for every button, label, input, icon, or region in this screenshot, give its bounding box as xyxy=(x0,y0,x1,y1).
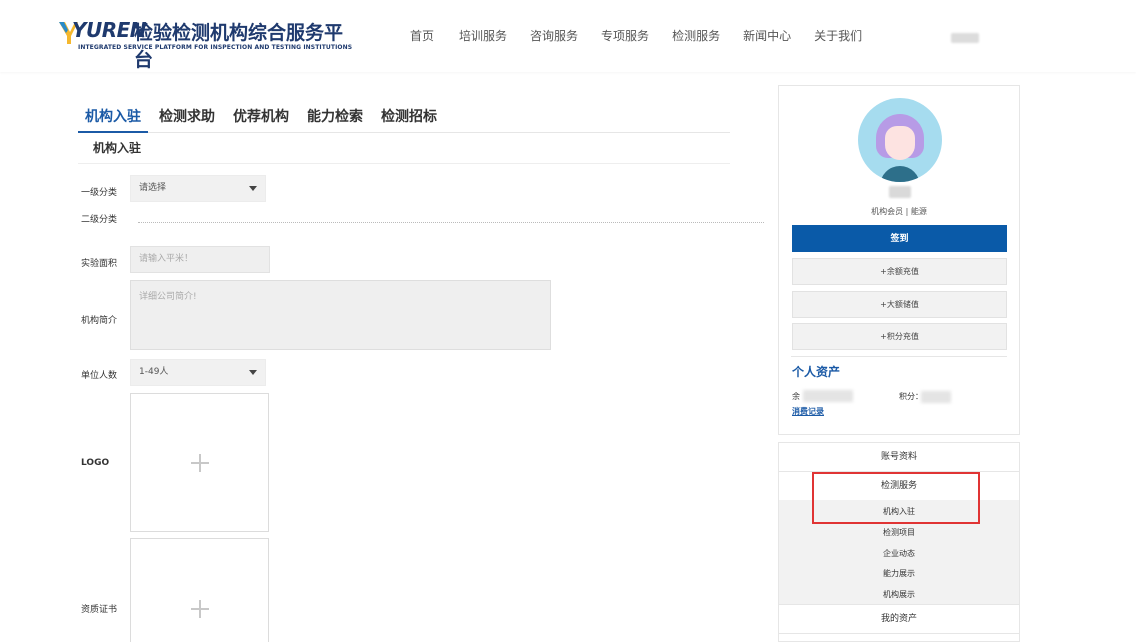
submenu-item-institution-display[interactable]: 机构展示 xyxy=(779,589,1019,600)
tab-recommended[interactable]: 优荐机构 xyxy=(226,108,296,133)
category1-select[interactable]: 请选择 xyxy=(130,175,266,202)
staff-label: 单位人数 xyxy=(81,371,118,381)
section-title: 机构入驻 xyxy=(78,133,730,164)
nav-consulting[interactable]: 咨询服务 xyxy=(530,27,578,43)
lab-area-label: 实验面积 xyxy=(81,259,118,269)
category2-divider xyxy=(138,222,764,223)
category2-label: 二级分类 xyxy=(81,215,118,225)
staff-select[interactable]: 1-49人 xyxy=(130,359,266,386)
points-value-blurred xyxy=(921,391,951,403)
profile-card: 机构会员 | 能源 签到 +余额充值 +大额储值 +积分充值 个人资产 余 积分… xyxy=(778,85,1020,435)
site-logo[interactable]: YUREN 检验检测机构综合服务平台 INTEGRATED SERVICE PL… xyxy=(58,18,358,71)
submenu-item-capability-display[interactable]: 能力展示 xyxy=(779,568,1019,579)
main-content: 机构入驻 检测求助 优荐机构 能力检索 检测招标 机构入驻 一级分类 请选择 二… xyxy=(78,100,768,642)
member-type: 机构会员 | 能源 xyxy=(871,207,927,216)
cert-upload-label: 资质证书 xyxy=(81,605,118,615)
nav-special[interactable]: 专项服务 xyxy=(601,27,649,43)
nav-about[interactable]: 关于我们 xyxy=(814,27,862,43)
lab-area-input[interactable]: 请输入平米！ xyxy=(130,246,270,273)
nav-news[interactable]: 新闻中心 xyxy=(743,27,791,43)
divider xyxy=(791,356,1007,357)
username-blurred xyxy=(889,186,911,198)
category1-label: 一级分类 xyxy=(81,188,118,198)
tab-capability-search[interactable]: 能力检索 xyxy=(300,108,370,133)
chevron-down-icon xyxy=(249,370,257,375)
large-deposit-button[interactable]: +大额储值 xyxy=(792,291,1007,318)
tab-testing-help[interactable]: 检测求助 xyxy=(152,108,222,133)
avatar[interactable] xyxy=(858,98,942,182)
top-header: YUREN 检验检测机构综合服务平台 INTEGRATED SERVICE PL… xyxy=(0,0,1136,72)
consume-record-link[interactable]: 消费记录 xyxy=(792,406,824,417)
submenu-item-institution-join[interactable]: 机构入驻 xyxy=(779,506,1019,517)
user-account-blurred[interactable] xyxy=(951,33,979,43)
intro-label: 机构简介 xyxy=(81,316,118,326)
signin-button[interactable]: 签到 xyxy=(792,225,1007,252)
tab-bidding[interactable]: 检测招标 xyxy=(374,108,444,133)
sidebar-menu: 账号资料 检测服务 机构入驻 检测项目 企业动态 能力展示 机构展示 我的资产 xyxy=(778,442,1020,642)
balance-label: 余 xyxy=(792,392,800,401)
intro-textarea[interactable]: 详细公司简介! xyxy=(130,280,551,350)
tab-bar: 机构入驻 检测求助 优荐机构 能力检索 检测招标 xyxy=(78,108,730,133)
chevron-down-icon xyxy=(249,186,257,191)
points-label: 积分： xyxy=(899,392,923,401)
points-recharge-button[interactable]: +积分充值 xyxy=(792,323,1007,350)
logo-subtitle: INTEGRATED SERVICE PLATFORM FOR INSPECTI… xyxy=(78,44,353,51)
balance-recharge-button[interactable]: +余额充值 xyxy=(792,258,1007,285)
submenu-item-testing-projects[interactable]: 检测项目 xyxy=(779,527,1019,538)
nav-home[interactable]: 首页 xyxy=(410,27,434,43)
menu-my-assets[interactable]: 我的资产 xyxy=(779,605,1019,633)
menu-testing-service[interactable]: 检测服务 xyxy=(779,472,1019,500)
logo-upload-box[interactable] xyxy=(130,393,269,532)
plus-icon xyxy=(190,600,209,618)
submenu-testing-service: 机构入驻 检测项目 企业动态 能力展示 机构展示 xyxy=(779,500,1019,604)
plus-icon xyxy=(190,453,209,472)
nav-testing[interactable]: 检测服务 xyxy=(672,27,720,43)
submenu-item-company-news[interactable]: 企业动态 xyxy=(779,548,1019,559)
balance-value-blurred xyxy=(803,390,853,402)
staff-value: 1-49人 xyxy=(139,367,169,377)
nav-training[interactable]: 培训服务 xyxy=(459,27,507,43)
logo-upload-label: LOGO xyxy=(81,458,110,468)
menu-divider xyxy=(779,633,1019,634)
main-nav: 首页 培训服务 咨询服务 专项服务 检测服务 新闻中心 关于我们 xyxy=(410,27,885,43)
cert-upload-box[interactable] xyxy=(130,538,269,642)
avatar-face xyxy=(885,126,915,160)
category1-value: 请选择 xyxy=(139,183,167,193)
avatar-body xyxy=(880,166,920,182)
assets-title: 个人资产 xyxy=(792,365,841,379)
menu-account[interactable]: 账号资料 xyxy=(779,443,1019,471)
tab-institution-join[interactable]: 机构入驻 xyxy=(78,108,148,133)
